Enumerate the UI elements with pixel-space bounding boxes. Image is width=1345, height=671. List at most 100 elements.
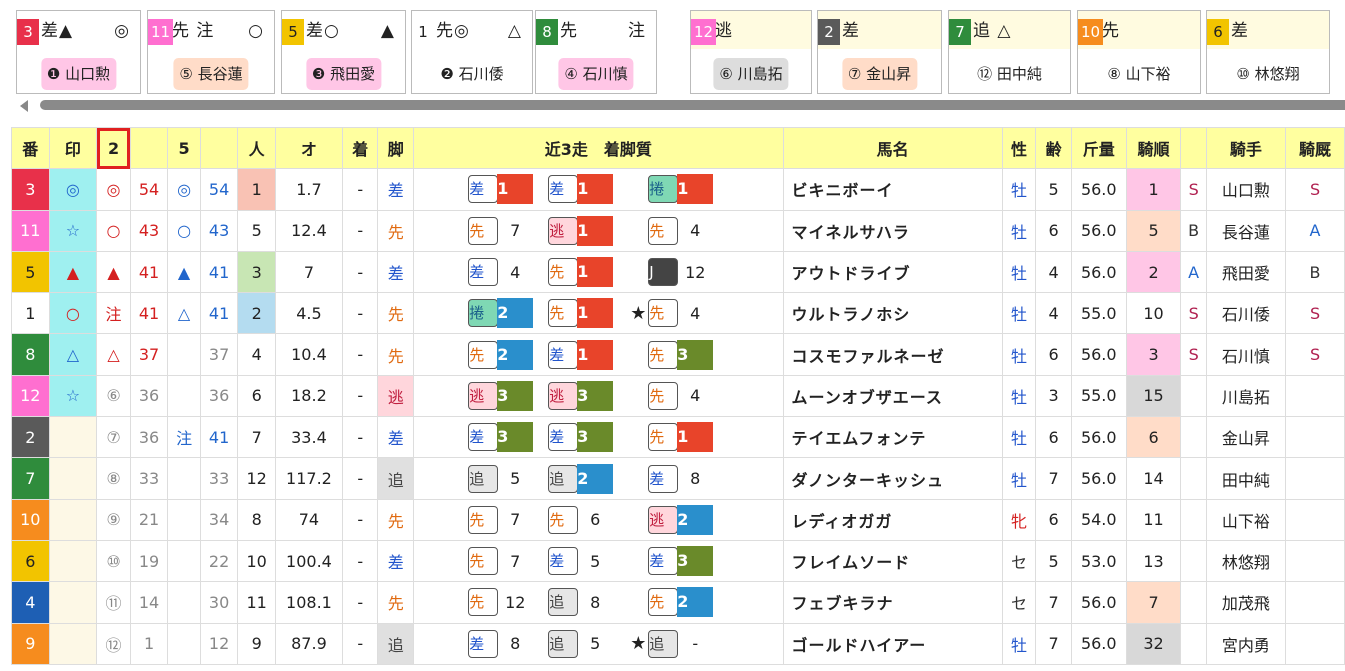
horse-name[interactable]: アウトドライブ xyxy=(782,250,1003,294)
header-shirushi[interactable]: 印 xyxy=(48,126,98,170)
header-odds[interactable]: オ xyxy=(274,126,343,170)
jockey-name[interactable]: 長谷蓮 xyxy=(1205,209,1287,252)
jockey-name[interactable]: 加茂飛 xyxy=(1205,581,1287,624)
table-row[interactable]: 3 ◎ ◎ 54 ◎ 54 1 1.7- 差差 1 差 1 捲 1 ビキニボーイ牡 5 56.0 1 S 山口勲 S xyxy=(11,168,1345,211)
jockey-badge[interactable]: ⑩ 林悠翔 xyxy=(1230,58,1306,90)
recent-race[interactable]: 差1 xyxy=(548,339,628,370)
entry-card[interactable]: 1 先◎ △ ❷ 石川倭 xyxy=(411,10,533,94)
mark-cell[interactable] xyxy=(48,498,98,541)
mark-cell[interactable] xyxy=(48,416,98,459)
mark-cell[interactable] xyxy=(48,539,98,583)
table-row[interactable]: 1 ○ 注 41 △ 41 2 4.5- 先捲 2 先 1 ★ 先 4 ウルトラノホシ牡 4 55.0 10 S 石川倭… xyxy=(11,292,1345,335)
entry-card[interactable]: 8先 注 ④ 石川慎 xyxy=(535,10,657,94)
recent-race[interactable]: 先7 xyxy=(468,216,548,245)
jockey-name[interactable]: 田中純 xyxy=(1205,457,1287,500)
recent-race[interactable]: 先6 xyxy=(548,505,628,534)
mark-cell[interactable]: △ xyxy=(48,333,98,376)
header-name[interactable]: 馬名 xyxy=(782,126,1003,170)
recent-race[interactable]: 追2 xyxy=(548,463,628,494)
entry-card[interactable]: 12 逃 ⑥ 川島拓 xyxy=(690,10,812,94)
recent-race[interactable]: 先2 xyxy=(648,587,728,618)
jockey-badge[interactable]: ❸ 飛田愛 xyxy=(305,58,382,90)
mark-cell[interactable]: ▲ xyxy=(48,250,98,294)
jockey-name[interactable]: 林悠翔 xyxy=(1205,539,1287,583)
header-chaku[interactable]: 着 xyxy=(341,126,379,170)
recent-race[interactable]: 逃1 xyxy=(548,215,628,246)
table-row[interactable]: 7 ⑧ 33 33 12 117.2- 追追 5 追 2 差 8 ダノンターキッシュ牡 7 56.0 14 田中… xyxy=(11,457,1345,500)
table-row[interactable]: 12 ☆ ⑥ 36 36 6 18.2- 逃逃 3 逃 3 先 4 ムーンオブザエース牡 3 55.0 15 川島… xyxy=(11,374,1345,418)
scrollbar-thumb[interactable] xyxy=(40,100,1345,110)
recent-race[interactable]: 差4 xyxy=(468,258,548,287)
table-row[interactable]: 10 ⑨ 21 34 8 74- 先先 7 先 6 逃 2 レディオガガ牝 6 54.0 11 山下裕 xyxy=(11,498,1345,541)
recent-race[interactable]: 先1 xyxy=(648,422,728,453)
entry-card[interactable]: 6差 ⑩ 林悠翔 xyxy=(1206,10,1330,94)
horizontal-scrollbar[interactable] xyxy=(16,98,1345,112)
recent-race[interactable]: 先1 xyxy=(548,257,628,288)
header-kyaku[interactable]: 脚 xyxy=(377,126,414,170)
recent-race[interactable]: 差8 xyxy=(648,464,728,493)
scroll-left-arrow-icon[interactable] xyxy=(20,100,28,112)
header-ninki[interactable]: 人 xyxy=(237,126,276,170)
mark-cell[interactable] xyxy=(48,622,98,665)
jockey-badge[interactable]: ⑧ 山下裕 xyxy=(1101,58,1177,90)
horse-name[interactable]: フェブキラナ xyxy=(782,581,1003,624)
jockey-name[interactable]: 金山昇 xyxy=(1205,416,1287,459)
recent-race[interactable]: J 12 xyxy=(648,258,728,287)
recent-race[interactable]: 追- xyxy=(648,629,728,658)
table-row[interactable]: 2 ⑦ 36 注 41 7 33.4- 差差 3 差 3 先 1 テイエムフォンテ牡 6 56.0 6 金山昇 xyxy=(11,416,1345,459)
mark-cell[interactable] xyxy=(48,457,98,500)
recent-race[interactable]: 捲2 xyxy=(468,298,548,329)
recent-race[interactable]: 逃3 xyxy=(468,380,548,411)
jockey-badge[interactable]: ❶ 山口勲 xyxy=(40,58,117,90)
table-row[interactable]: 5 ▲ ▲ 41 ▲ 41 3 7- 差差 4 先 1 J 12 アウトドライブ牡 4 56.0 2 A 飛田愛 B xyxy=(11,250,1345,294)
header-ban[interactable]: 番 xyxy=(11,126,50,170)
jockey-badge[interactable]: ⑥ 川島拓 xyxy=(713,58,789,90)
recent-race[interactable]: 捲1 xyxy=(648,174,728,205)
jockey-name[interactable]: 山口勲 xyxy=(1205,168,1287,211)
table-row[interactable]: 6 ⑩ 19 22 10 100.4- 差先 7 差 5 差 3 フレイムソードセ 5 53.0 13 林悠翔 xyxy=(11,539,1345,583)
recent-race[interactable]: 差3 xyxy=(548,422,628,453)
mark-cell[interactable]: ☆ xyxy=(48,209,98,252)
header-kihi[interactable]: 騎厩 xyxy=(1285,126,1345,170)
recent-race[interactable]: 先1 xyxy=(548,298,628,329)
jockey-badge[interactable]: ⑤ 長谷蓮 xyxy=(173,58,249,90)
recent-race[interactable]: 先2 xyxy=(468,339,548,370)
mark-cell[interactable]: ☆ xyxy=(48,374,98,418)
horse-name[interactable]: ウルトラノホシ xyxy=(782,292,1003,335)
recent-race[interactable]: 差1 xyxy=(548,174,628,205)
recent-race[interactable]: 先4 xyxy=(648,381,728,410)
header-kijun[interactable]: 騎順 xyxy=(1125,126,1182,170)
recent-race[interactable]: 差1 xyxy=(468,174,548,205)
jockey-badge[interactable]: ⑫ 田中純 xyxy=(971,58,1048,90)
recent-race[interactable]: 差5 xyxy=(548,547,628,576)
recent-race[interactable]: 先7 xyxy=(468,547,548,576)
table-row[interactable]: 8 △ △ 37 37 4 10.4- 先先 2 差 1 先 3 コスモファルネーゼ牡 6 56.0 3 S 石川慎… xyxy=(11,333,1345,376)
jockey-name[interactable]: 山下裕 xyxy=(1205,498,1287,541)
header-jockey[interactable]: 騎手 xyxy=(1205,126,1287,170)
mark-cell[interactable] xyxy=(48,581,98,624)
entry-card[interactable]: 10 先 ⑧ 山下裕 xyxy=(1077,10,1201,94)
header-sex[interactable]: 性 xyxy=(1001,126,1037,170)
horse-name[interactable]: テイエムフォンテ xyxy=(782,416,1003,459)
recent-race[interactable]: 追5 xyxy=(468,464,548,493)
entry-card[interactable]: 2差 ⑦ 金山昇 xyxy=(817,10,942,94)
horse-name[interactable]: ビキニボーイ xyxy=(782,168,1003,211)
mark-cell[interactable]: ○ xyxy=(48,292,98,335)
recent-race[interactable]: 逃2 xyxy=(648,504,728,535)
entry-card[interactable]: 7追 △ ⑫ 田中純 xyxy=(948,10,1071,94)
jockey-badge[interactable]: ④ 石川慎 xyxy=(558,58,634,90)
header-col-2-score[interactable] xyxy=(129,126,169,170)
jockey-name[interactable]: 石川慎 xyxy=(1205,333,1287,376)
entry-card[interactable]: 11 先 注 ○ ⑤ 長谷蓮 xyxy=(147,10,275,94)
jockey-badge[interactable]: ⑦ 金山昇 xyxy=(841,58,918,90)
recent-race[interactable]: 先4 xyxy=(648,216,728,245)
recent-race[interactable]: 差3 xyxy=(648,546,728,577)
entry-card[interactable]: 5 差○ ▲ ❸ 飛田愛 xyxy=(281,10,406,94)
header-col-5[interactable]: 5 xyxy=(167,126,201,170)
recent-race[interactable]: 追5 xyxy=(548,629,628,658)
header-col-2[interactable]: 2 xyxy=(96,126,131,170)
horse-name[interactable]: フレイムソード xyxy=(782,539,1003,583)
jockey-name[interactable]: 宮内勇 xyxy=(1205,622,1287,665)
horse-name[interactable]: レディオガガ xyxy=(782,498,1003,541)
recent-race[interactable]: 先 12 xyxy=(468,588,548,617)
